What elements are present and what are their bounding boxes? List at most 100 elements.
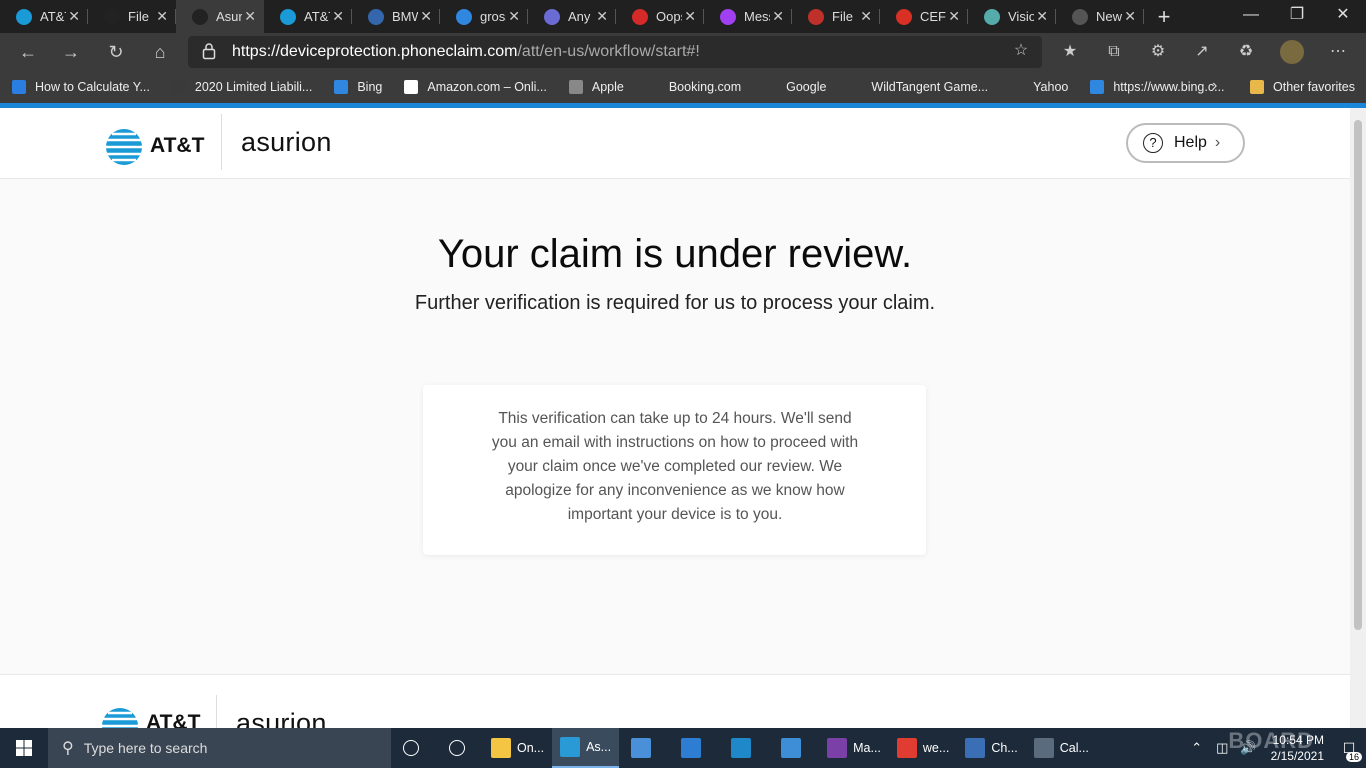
close-tab-icon[interactable]: ✕ <box>684 8 696 25</box>
page-subtitle: Further verification is required for us … <box>414 292 936 314</box>
scrollbar-thumb[interactable] <box>1354 120 1362 630</box>
forward-button[interactable]: → <box>57 38 85 66</box>
favorite-link[interactable]: 2020 Limited Liabili... <box>160 75 322 99</box>
favorite-label: Apple <box>591 80 624 94</box>
close-tab-icon[interactable]: ✕ <box>948 8 960 25</box>
favorite-link[interactable]: Apple <box>557 75 634 99</box>
collections-icon[interactable]: ⧉ <box>1103 41 1125 63</box>
browser-tab[interactable]: File ✕ <box>88 0 176 33</box>
close-window-button[interactable]: ✕ <box>1320 0 1366 33</box>
asurion-icon <box>192 8 208 25</box>
browser-tab[interactable]: Oops✕ <box>616 0 704 33</box>
taskbar-app-button[interactable]: we... <box>889 728 957 768</box>
close-tab-icon[interactable]: ✕ <box>772 8 784 25</box>
favorite-link[interactable]: Yahoo <box>998 75 1078 99</box>
browser-tab[interactable]: Any ✕ <box>528 0 616 33</box>
browser-tab[interactable]: AT&T✕ <box>0 0 88 33</box>
start-button[interactable] <box>0 728 48 768</box>
att-globe-logo-icon <box>102 708 138 728</box>
close-tab-icon[interactable]: ✕ <box>420 8 432 25</box>
taskbar-app-button[interactable]: Ch... <box>957 728 1025 768</box>
browser-tab[interactable]: Messenger✕ <box>704 0 792 33</box>
browser-tab[interactable]: BMW ✕ <box>352 0 440 33</box>
browser-tab[interactable]: CEF ✕ <box>880 0 968 33</box>
footer-att-logo-text: AT&T <box>146 711 201 728</box>
taskbar-search-box[interactable]: ⚲ Type here to search <box>48 728 391 768</box>
favorite-favicon-icon <box>645 80 660 94</box>
newtab-icon <box>1072 8 1088 25</box>
taskbar-app-button[interactable] <box>669 728 719 768</box>
close-tab-icon[interactable]: ✕ <box>1124 8 1136 25</box>
taskbar-app-button[interactable] <box>437 728 483 768</box>
minimize-button[interactable]: — <box>1228 0 1274 33</box>
windows-taskbar: ⚲ Type here to search On... As... Ma... we.… <box>0 728 1366 768</box>
favorite-link[interactable]: Booking.com <box>634 75 751 99</box>
favorites-icon[interactable]: ★ <box>1059 41 1081 63</box>
close-tab-icon[interactable]: ✕ <box>508 8 520 25</box>
favorite-link[interactable]: WildTangent Game... <box>836 75 998 99</box>
notification-center-icon[interactable]: ☐ 16 <box>1332 728 1366 768</box>
favorite-link[interactable]: Bing <box>322 75 392 99</box>
taskbar-app-label: Cal... <box>1059 741 1089 755</box>
profile-avatar[interactable] <box>1280 40 1304 64</box>
lock-icon[interactable] <box>202 42 216 60</box>
taskbar-app-button[interactable]: As... <box>552 728 620 768</box>
favorite-label: How to Calculate Y... <box>35 80 150 94</box>
refresh-button[interactable]: ↻ <box>102 38 130 66</box>
browser-tab[interactable]: New ✕ <box>1056 0 1144 33</box>
calculator-icon <box>1033 738 1054 758</box>
favorites-overflow-chevron-icon[interactable]: › <box>1212 77 1217 95</box>
back-button[interactable]: ← <box>14 38 42 66</box>
close-tab-icon[interactable]: ✕ <box>596 8 608 25</box>
edge-icon <box>560 737 581 757</box>
taskbar-app-label: we... <box>922 741 950 755</box>
image-icon <box>781 738 802 758</box>
browser-tab[interactable]: File ✕ <box>792 0 880 33</box>
close-tab-icon[interactable]: ✕ <box>68 8 80 25</box>
close-tab-icon[interactable]: ✕ <box>860 8 872 25</box>
close-tab-icon[interactable]: ✕ <box>1036 8 1048 25</box>
taskbar-app-button[interactable] <box>719 728 769 768</box>
taskbar-app-button[interactable] <box>391 728 437 768</box>
close-tab-icon[interactable]: ✕ <box>244 8 256 25</box>
logo-divider <box>221 114 222 170</box>
browser-tab[interactable]: Visio ✕ <box>968 0 1056 33</box>
extension-icon[interactable]: ⚙ <box>1147 41 1169 63</box>
address-bar[interactable]: https://deviceprotection.phoneclaim.com/… <box>188 36 1042 68</box>
restore-button[interactable]: ❐ <box>1274 0 1320 33</box>
tab-strip: AT&T✕File✕Asurion✕AT&T✕BMW✕gross✕Any✕Oop… <box>0 0 1366 33</box>
close-tab-icon[interactable]: ✕ <box>332 8 344 25</box>
taskbar-app-button[interactable]: Ma... <box>819 728 889 768</box>
taskbar-app-button[interactable]: On... <box>483 728 552 768</box>
taskbar-apps: On... As... Ma... we... Ch... Cal... <box>391 728 1097 768</box>
browser-tab[interactable]: gross✕ <box>440 0 528 33</box>
search-placeholder: Type here to search <box>83 740 208 756</box>
browser-tab[interactable]: Asurion✕ <box>176 0 264 33</box>
help-button[interactable]: ? Help › <box>1126 123 1245 163</box>
tray-overflow-chevron-icon[interactable]: ⌃ <box>1183 740 1210 756</box>
tab-label: CEF <box>920 9 946 24</box>
home-button[interactable]: ⌂ <box>146 38 174 66</box>
new-tab-button[interactable]: + <box>1144 0 1184 33</box>
other-favorites-folder[interactable]: Other favorites <box>1238 75 1365 99</box>
favorite-link[interactable]: How to Calculate Y... <box>0 75 160 99</box>
url-text[interactable]: https://deviceprotection.phoneclaim.com/… <box>232 43 700 61</box>
browser-tab[interactable]: AT&T✕ <box>264 0 352 33</box>
taskbar-app-button[interactable] <box>769 728 819 768</box>
tab-label: Oops <box>656 9 682 24</box>
gmail-icon <box>896 8 912 25</box>
verification-card: This verification can take up to 24 hour… <box>423 385 926 555</box>
add-favorite-icon[interactable]: ☆ <box>1010 40 1032 62</box>
share-icon[interactable]: ↗ <box>1191 41 1213 63</box>
att-logo-text: AT&T <box>150 134 205 157</box>
tab-label: File <box>832 9 853 24</box>
taskbar-app-label: Ch... <box>991 741 1018 755</box>
favorite-link[interactable]: Google <box>751 75 836 99</box>
more-menu-icon[interactable]: ⋯ <box>1327 41 1349 63</box>
taskbar-app-button[interactable]: Cal... <box>1026 728 1097 768</box>
close-tab-icon[interactable]: ✕ <box>156 8 168 25</box>
extensions-puzzle-icon[interactable]: ♻ <box>1235 41 1257 63</box>
page-scrollbar[interactable] <box>1350 108 1366 728</box>
favorite-link[interactable]: Amazon.com – Onli... <box>392 75 557 99</box>
taskbar-app-button[interactable] <box>619 728 669 768</box>
